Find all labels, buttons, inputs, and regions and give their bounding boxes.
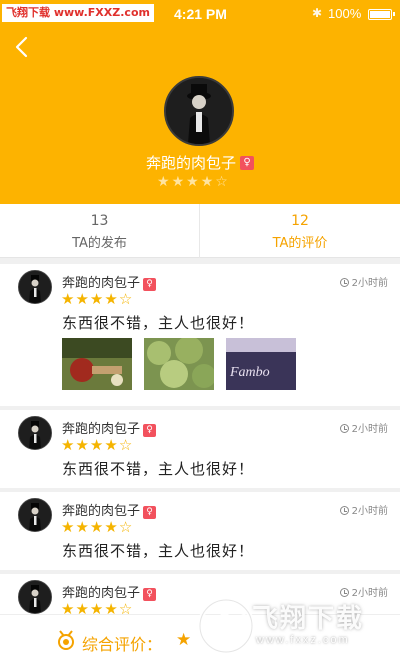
star-filled-icon: ★ [200,174,216,190]
female-icon: ♀ [240,155,254,170]
star-filled-icon: ★ [104,436,119,454]
review-time: 2小时前 [339,420,388,435]
profile-header: 飞翔下载 www.FXXZ.com 4:21 PM ✱ 100% 奔跑的肉包子 ♀… [0,0,400,204]
review-photo-3[interactable]: Fambo [226,338,296,390]
reviewer-avatar[interactable] [18,498,52,532]
reviewer-avatar[interactable] [18,270,52,304]
watermark-url: www.fxxz.com [256,634,350,646]
star-filled-icon: ★ [89,290,105,308]
clock-icon [339,424,349,433]
star-filled-icon: ★ [104,290,119,308]
bluetooth-icon: ✱ [312,6,323,20]
review-text: 东西很不错，主人也很好！ [62,460,255,478]
star-icon: ★ [176,630,192,650]
review-time: 2小时前 [339,502,388,517]
star-empty-icon: ☆ [118,518,134,536]
review-time: 2小时前 [339,274,388,289]
status-watermark: 飞翔下载 www.FXXZ.com [2,4,154,22]
reviewer-name: 奔跑的肉包子 ♀ [62,500,157,519]
tab-reviews[interactable]: 12 TA的评价 [200,204,400,258]
star-filled-icon: ★ [75,518,90,536]
reviewer-avatar[interactable] [18,580,52,614]
reviewer-name: 奔跑的肉包子 ♀ [62,582,157,601]
star-empty-icon: ☆ [118,436,134,454]
profile-name: 奔跑的肉包子 ♀ [0,152,400,173]
star-empty-icon: ☆ [118,290,134,308]
star-filled-icon: ★ [89,518,105,536]
female-icon: ♀ [143,278,157,291]
star-filled-icon: ★ [171,174,187,190]
status-bar: 飞翔下载 www.FXXZ.com 4:21 PM ✱ 100% [0,0,400,28]
medal-icon [58,630,74,650]
tab-reviews-count: 12 [291,213,309,229]
battery-icon [368,9,395,20]
review-photo-1[interactable] [62,338,132,390]
review-item: 奔跑的肉包子 ♀ 2小时前 ★★★★☆ 东西很不错，主人也很好！ Fambo [0,264,400,406]
star-filled-icon: ★ [186,174,201,190]
profile-tabs: 13 TA的发布 12 TA的评价 [0,204,400,258]
clock-icon [339,278,349,287]
status-time: 4:21 PM [174,6,227,22]
battery-percent: 100% [328,6,362,21]
review-item: 奔跑的肉包子 ♀ 2小时前 ★★★★☆ 东西很不错，主人也很好！ [0,492,400,570]
star-filled-icon: ★ [89,436,105,454]
photo-3-text: Fambo [229,365,270,380]
tab-posts[interactable]: 13 TA的发布 [0,204,200,258]
review-rating: ★★★★☆ [61,518,133,536]
reviewer-name: 奔跑的肉包子 ♀ [62,418,157,437]
review-rating: ★★★★☆ [61,436,133,454]
female-icon: ♀ [143,424,157,437]
reviewer-avatar[interactable] [18,416,52,450]
tab-reviews-label: TA的评价 [272,236,328,251]
female-icon: ♀ [143,588,157,601]
watermark-text: 飞翔下载 [252,604,365,634]
star-empty-icon: ☆ [215,174,230,190]
chevron-left-icon [15,36,28,58]
review-item: 奔跑的肉包子 ♀ 2小时前 ★★★★☆ 东西很不错，主人也很好！ [0,410,400,488]
star-filled-icon: ★ [61,436,76,454]
overall-rating-label: 综合评价： [82,635,163,654]
review-photo-2[interactable] [144,338,214,390]
review-text: 东西很不错，主人也很好！ [62,314,255,332]
review-text: 东西很不错，主人也很好！ [62,542,255,560]
back-button[interactable] [8,30,36,64]
tab-posts-label: TA的发布 [72,236,127,251]
star-filled-icon: ★ [61,290,76,308]
star-filled-icon: ★ [104,518,119,536]
profile-rating: ★★★★☆ [157,174,230,190]
star-filled-icon: ★ [157,174,172,190]
reviewer-name: 奔跑的肉包子 ♀ [62,272,157,291]
review-rating: ★★★★☆ [61,290,133,308]
profile-name-text: 奔跑的肉包子 [145,154,236,172]
clock-icon [339,506,349,515]
profile-avatar[interactable] [164,76,234,146]
star-filled-icon: ★ [75,290,90,308]
female-icon: ♀ [143,506,157,519]
star-filled-icon: ★ [75,436,90,454]
tab-posts-count: 13 [90,213,109,229]
star-filled-icon: ★ [61,518,76,536]
